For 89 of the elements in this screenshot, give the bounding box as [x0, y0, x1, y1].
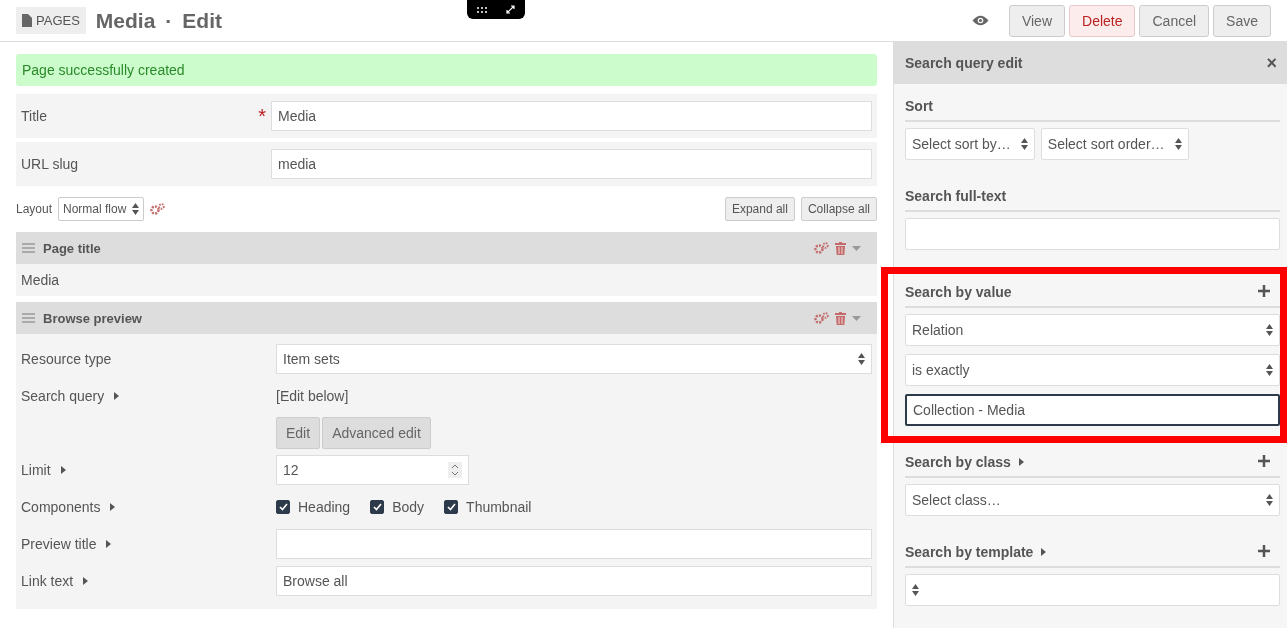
layout-label: Layout [16, 202, 53, 216]
text-field[interactable] [905, 218, 1280, 250]
section-link[interactable]: PAGES [16, 7, 86, 34]
field-label: Preview title [21, 536, 97, 552]
close-button[interactable]: × [1266, 52, 1277, 74]
text-field[interactable]: media [271, 149, 872, 179]
checkbox[interactable] [370, 500, 385, 514]
text-field[interactable]: Browse all [276, 566, 872, 596]
checkbox-label: Heading [298, 499, 351, 515]
fullscreen-icon[interactable] [506, 5, 516, 14]
eye-icon[interactable] [971, 15, 989, 26]
section-title: Search by class [905, 454, 1011, 470]
expand-caret-icon [83, 577, 89, 585]
field-label: Components [21, 499, 101, 515]
checkbox[interactable] [276, 500, 290, 514]
expand-caret-icon [1018, 458, 1024, 466]
select-field[interactable] [905, 574, 1280, 606]
field-label: Limit [21, 462, 51, 478]
section-title: Sort [905, 98, 933, 114]
updown-arrows-icon [1020, 138, 1028, 150]
layout-select[interactable]: Normal flow [58, 197, 145, 221]
title-separator: · [165, 8, 173, 33]
trash-icon[interactable] [835, 241, 846, 255]
dropdown-caret-icon[interactable] [852, 245, 861, 251]
expand-caret-icon [60, 466, 66, 474]
expand-all-button[interactable]: Expand all [724, 197, 795, 221]
expand-caret-icon [110, 503, 116, 511]
panel-title: Search query edit [905, 55, 1023, 71]
updown-arrows-icon [912, 584, 919, 596]
edit-button[interactable]: Advanced edit [322, 417, 431, 449]
checkbox[interactable] [444, 500, 459, 514]
field-label: Title [21, 108, 47, 124]
section-title: Search full-text [905, 188, 1007, 204]
header-button[interactable]: View [1008, 4, 1065, 37]
trash-icon[interactable] [835, 311, 846, 325]
collapse-all-button[interactable]: Collapse all [800, 197, 877, 221]
header-button[interactable]: Save [1213, 4, 1271, 37]
drag-handle-icon[interactable] [22, 313, 35, 323]
gears-icon[interactable] [814, 242, 829, 254]
updown-arrows-icon [1266, 494, 1273, 506]
block-header[interactable]: Browse preview [16, 302, 877, 334]
field-label: Search query [21, 388, 105, 404]
block-title: Page title [43, 240, 101, 256]
header-button[interactable]: Cancel [1139, 4, 1210, 37]
dropdown-caret-icon[interactable] [852, 315, 861, 321]
query-text: [Edit below] [276, 388, 349, 404]
add-icon[interactable] [1258, 455, 1270, 467]
page-title: Media [95, 8, 156, 33]
add-icon[interactable] [1258, 285, 1270, 297]
section-title: Search by template [905, 544, 1034, 560]
drag-handle-icon[interactable] [22, 243, 35, 253]
text-field[interactable]: Collection - Media [905, 394, 1280, 426]
grid-icon[interactable] [476, 6, 487, 13]
updown-arrows-icon [858, 353, 865, 365]
text-field[interactable] [276, 529, 872, 559]
expand-caret-icon [1041, 548, 1047, 556]
success-notice: Page successfully created [16, 54, 877, 86]
field-label: URL slug [21, 156, 79, 172]
expand-caret-icon [114, 392, 120, 400]
document-icon [22, 14, 32, 27]
gears-icon[interactable] [814, 312, 829, 324]
block-header[interactable]: Page title [16, 232, 877, 264]
select-field[interactable]: is exactly [905, 354, 1280, 386]
select-field[interactable]: Select class… [905, 484, 1280, 516]
field-label: Link text [21, 573, 74, 589]
page-subtitle: Edit [182, 8, 223, 33]
expand-caret-icon [106, 540, 112, 548]
spinner-icon[interactable] [448, 462, 462, 478]
block-title: Browse preview [43, 310, 142, 326]
block-content: Media [21, 272, 60, 288]
section-title: Search by value [905, 284, 1012, 300]
updown-arrows-icon [132, 203, 140, 215]
updown-arrows-icon [1266, 364, 1273, 376]
text-field[interactable]: Media [271, 101, 872, 131]
checkbox-label: Thumbnail [466, 499, 532, 515]
select-field[interactable]: Select sort order… [1040, 128, 1189, 160]
field-label: Resource type [21, 351, 112, 367]
select-field[interactable]: Item sets [276, 344, 872, 374]
delete-button[interactable]: Delete [1069, 4, 1136, 37]
updown-arrows-icon [1174, 138, 1182, 150]
gears-icon[interactable] [150, 203, 166, 215]
edit-button[interactable]: Edit [276, 417, 321, 449]
add-icon[interactable] [1258, 545, 1270, 557]
updown-arrows-icon [1266, 324, 1273, 336]
select-field[interactable]: Select sort by… [905, 128, 1035, 160]
number-field[interactable]: 12 [276, 455, 469, 485]
checkbox-label: Body [392, 499, 425, 515]
required-mark: * [258, 104, 266, 128]
select-field[interactable]: Relation [905, 314, 1280, 346]
